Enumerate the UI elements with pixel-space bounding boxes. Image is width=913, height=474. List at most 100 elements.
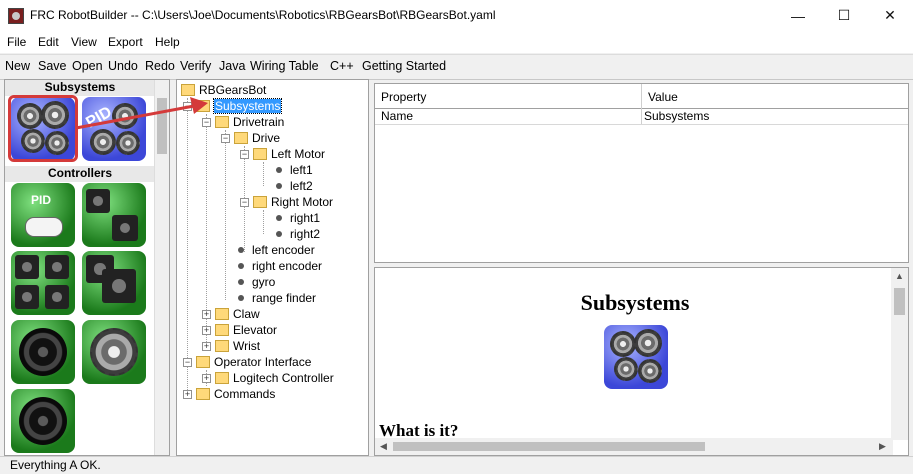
menu-edit[interactable]: Edit <box>38 35 59 49</box>
expand-icon[interactable]: + <box>202 309 211 319</box>
tree-item-drivetrain[interactable]: − Drivetrain <box>202 114 284 130</box>
tree-label: Commands <box>214 387 276 401</box>
leaf-bullet-icon <box>238 247 244 253</box>
folder-icon <box>181 84 195 96</box>
tree-item-elevator[interactable]: + Elevator <box>202 322 277 338</box>
palette-scrollbar[interactable] <box>154 80 169 455</box>
cpp-button[interactable]: C++ <box>330 59 354 73</box>
tree-root[interactable]: RBGearsBot <box>181 82 266 98</box>
folder-icon <box>234 132 248 144</box>
tree-item-commands[interactable]: + Commands <box>183 386 275 402</box>
expand-icon[interactable]: + <box>202 341 211 351</box>
collapse-icon[interactable]: − <box>183 357 192 367</box>
tree-label: RBGearsBot <box>199 83 267 97</box>
motor-icon <box>86 189 110 213</box>
tree-item-gyro[interactable]: gyro <box>234 274 275 290</box>
collapse-icon[interactable]: − <box>183 101 192 111</box>
java-button[interactable]: Java <box>219 59 245 73</box>
menu-help[interactable]: Help <box>155 35 180 49</box>
redo-button[interactable]: Redo <box>145 59 175 73</box>
tree-label: Right Motor <box>271 195 334 209</box>
collapse-icon[interactable]: − <box>202 117 211 127</box>
collapse-icon[interactable]: − <box>240 197 249 207</box>
gear-icon <box>614 357 638 381</box>
tree-item-drive[interactable]: − Drive <box>221 130 280 146</box>
robot-drive-tile[interactable] <box>82 251 146 315</box>
mecanum-wheel-tile[interactable] <box>82 320 146 384</box>
undo-button[interactable]: Undo <box>108 59 138 73</box>
scroll-up-icon[interactable]: ▲ <box>895 271 904 281</box>
motor-icon <box>15 285 39 309</box>
gear-icon <box>638 359 662 383</box>
tree-connector <box>263 210 264 234</box>
expand-icon[interactable]: + <box>183 389 192 399</box>
status-text: Everything A OK. <box>10 458 101 472</box>
tree-item-left-motor[interactable]: − Left Motor <box>240 146 325 162</box>
tree-item-left1[interactable]: left1 <box>272 162 313 178</box>
motor-controller-tile[interactable] <box>82 183 146 247</box>
gear-icon <box>634 329 662 357</box>
tree-connector <box>263 162 264 186</box>
open-button[interactable]: Open <box>72 59 103 73</box>
tree-item-operator-interface[interactable]: − Operator Interface <box>183 354 311 370</box>
motor-icon <box>15 255 39 279</box>
tree-item-range-finder[interactable]: range finder <box>234 290 316 306</box>
scroll-right-icon[interactable]: ▶ <box>879 441 886 452</box>
menu-view[interactable]: View <box>71 35 97 49</box>
tree-item-right2[interactable]: right2 <box>272 226 320 242</box>
tree-item-left-encoder[interactable]: left encoder <box>234 242 315 258</box>
motor-icon <box>45 255 69 279</box>
column-divider[interactable] <box>641 84 642 124</box>
wiring-table-button[interactable]: Wiring Table <box>250 59 319 73</box>
save-button[interactable]: Save <box>38 59 67 73</box>
help-horizontal-scrollbar[interactable]: ◀ ▶ <box>375 438 893 455</box>
close-button[interactable]: ✕ <box>867 0 913 31</box>
tree-item-claw[interactable]: + Claw <box>202 306 260 322</box>
expand-icon[interactable]: + <box>202 373 211 383</box>
wheel-icon <box>19 328 67 376</box>
subsystems-palette-header: Subsystems <box>5 80 155 96</box>
scroll-left-icon[interactable]: ◀ <box>380 441 387 452</box>
tree-label: Operator Interface <box>214 355 312 369</box>
tree-label: right encoder <box>252 259 323 273</box>
tree-label: right1 <box>290 211 321 225</box>
verify-button[interactable]: Verify <box>180 59 211 73</box>
folder-icon <box>196 388 210 400</box>
value-column-header[interactable]: Value <box>648 90 678 104</box>
property-column-header[interactable]: Property <box>381 90 426 104</box>
controllers-palette-header: Controllers <box>5 166 155 182</box>
leaf-bullet-icon <box>276 231 282 237</box>
tree-item-right-encoder[interactable]: right encoder <box>234 258 322 274</box>
collapse-icon[interactable]: − <box>240 149 249 159</box>
getting-started-button[interactable]: Getting Started <box>362 59 446 73</box>
tree-item-right1[interactable]: right1 <box>272 210 320 226</box>
tree-label: Wrist <box>233 339 261 353</box>
selection-highlight <box>8 95 78 162</box>
palette-scroll-thumb[interactable] <box>157 98 167 154</box>
property-value-cell[interactable]: Subsystems <box>644 109 709 123</box>
robot-tree: RBGearsBot − Subsystems − Drivetrain − D… <box>176 79 369 456</box>
vertical-scroll-thumb[interactable] <box>894 288 905 315</box>
pid-subsystem-tile[interactable]: PID <box>82 97 146 161</box>
multi-motor-tile[interactable] <box>11 251 75 315</box>
wheel-tile[interactable] <box>11 320 75 384</box>
folder-icon <box>215 340 229 352</box>
menu-file[interactable]: File <box>7 35 26 49</box>
menu-export[interactable]: Export <box>108 35 143 49</box>
pid-controller-tile[interactable]: PID <box>11 183 75 247</box>
tree-item-left2[interactable]: left2 <box>272 178 313 194</box>
tree-item-right-motor[interactable]: − Right Motor <box>240 194 333 210</box>
component-palette: Subsystems PID Controllers PID <box>4 79 170 456</box>
expand-icon[interactable]: + <box>202 325 211 335</box>
tree-item-wrist[interactable]: + Wrist <box>202 338 260 354</box>
minimize-button[interactable]: — <box>775 0 821 31</box>
tree-item-subsystems[interactable]: − Subsystems <box>183 98 283 114</box>
maximize-button[interactable]: ☐ <box>821 0 867 31</box>
help-vertical-scrollbar[interactable]: ▲ <box>891 268 908 440</box>
new-button[interactable]: New <box>5 59 30 73</box>
tree-item-logitech-controller[interactable]: + Logitech Controller <box>202 370 334 386</box>
collapse-icon[interactable]: − <box>221 133 230 143</box>
horizontal-scroll-thumb[interactable] <box>393 442 705 451</box>
gamepad-icon <box>25 217 63 237</box>
omni-wheel-tile[interactable] <box>11 389 75 453</box>
